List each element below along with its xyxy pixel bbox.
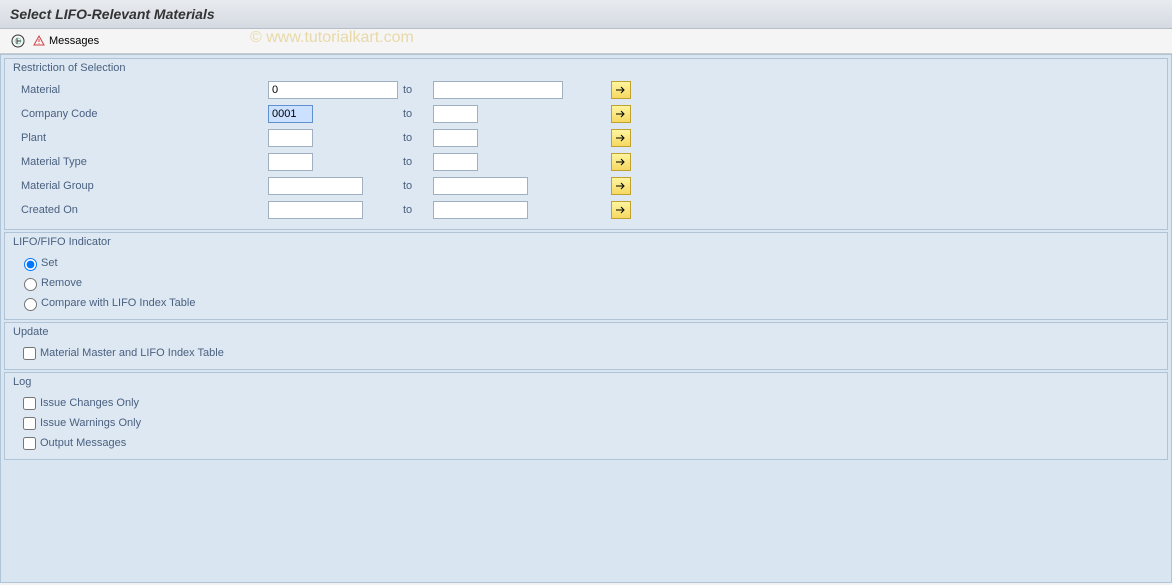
check-issue-warnings-label: Issue Warnings Only <box>40 417 141 429</box>
label-createdon: Created On <box>13 204 268 216</box>
to-label: to <box>403 108 433 120</box>
row-materialtype: Material Type to <box>13 151 1159 173</box>
materialtype-to-input[interactable] <box>433 153 478 171</box>
plant-from-input[interactable] <box>268 129 313 147</box>
group-restriction: Restriction of Selection Material to Com… <box>4 58 1168 230</box>
companycode-to-input[interactable] <box>433 105 478 123</box>
label-plant: Plant <box>13 132 268 144</box>
materialtype-from-input[interactable] <box>268 153 313 171</box>
createdon-to-input[interactable] <box>433 201 528 219</box>
to-label: to <box>403 180 433 192</box>
to-label: to <box>403 204 433 216</box>
radio-set[interactable] <box>24 258 37 271</box>
group-log: Log Issue Changes Only Issue Warnings On… <box>4 372 1168 460</box>
check-output-messages[interactable] <box>23 437 36 450</box>
check-material-master[interactable] <box>23 347 36 360</box>
materialgroup-multi-button[interactable] <box>611 177 631 195</box>
createdon-multi-button[interactable] <box>611 201 631 219</box>
radio-compare-row: Compare with LIFO Index Table <box>13 293 1159 313</box>
radio-remove[interactable] <box>24 278 37 291</box>
label-companycode: Company Code <box>13 108 268 120</box>
row-companycode: Company Code to <box>13 103 1159 125</box>
materialgroup-from-input[interactable] <box>268 177 363 195</box>
check-output-messages-label: Output Messages <box>40 437 126 449</box>
group-restriction-title: Restriction of Selection <box>5 59 1167 77</box>
radio-compare-label: Compare with LIFO Index Table <box>41 297 195 309</box>
watermark: © www.tutorialkart.com <box>250 29 414 47</box>
check-issue-changes-row: Issue Changes Only <box>13 393 1159 413</box>
plant-multi-button[interactable] <box>611 129 631 147</box>
radio-remove-row: Remove <box>13 273 1159 293</box>
warning-icon <box>32 34 46 48</box>
companycode-from-input[interactable] <box>268 105 313 123</box>
check-issue-changes[interactable] <box>23 397 36 410</box>
row-material: Material to <box>13 79 1159 101</box>
group-update: Update Material Master and LIFO Index Ta… <box>4 322 1168 370</box>
row-materialgroup: Material Group to <box>13 175 1159 197</box>
material-to-input[interactable] <box>433 81 563 99</box>
group-indicator-title: LIFO/FIFO Indicator <box>5 233 1167 251</box>
plant-to-input[interactable] <box>433 129 478 147</box>
execute-icon[interactable] <box>10 33 26 49</box>
messages-button[interactable]: Messages <box>32 34 99 48</box>
title-bar: Select LIFO-Relevant Materials <box>0 0 1172 29</box>
material-multi-button[interactable] <box>611 81 631 99</box>
check-material-master-label: Material Master and LIFO Index Table <box>40 347 224 359</box>
group-update-title: Update <box>5 323 1167 341</box>
check-issue-warnings[interactable] <box>23 417 36 430</box>
check-material-master-row: Material Master and LIFO Index Table <box>13 343 1159 363</box>
check-output-messages-row: Output Messages <box>13 433 1159 453</box>
createdon-from-input[interactable] <box>268 201 363 219</box>
to-label: to <box>403 132 433 144</box>
to-label: to <box>403 156 433 168</box>
to-label: to <box>403 84 433 96</box>
materialgroup-to-input[interactable] <box>433 177 528 195</box>
radio-remove-label: Remove <box>41 277 82 289</box>
messages-label: Messages <box>49 35 99 47</box>
label-materialtype: Material Type <box>13 156 268 168</box>
label-materialgroup: Material Group <box>13 180 268 192</box>
content-area: Restriction of Selection Material to Com… <box>0 54 1172 583</box>
group-indicator: LIFO/FIFO Indicator Set Remove Compare w… <box>4 232 1168 320</box>
row-plant: Plant to <box>13 127 1159 149</box>
material-from-input[interactable] <box>268 81 398 99</box>
radio-set-label: Set <box>41 257 58 269</box>
companycode-multi-button[interactable] <box>611 105 631 123</box>
materialtype-multi-button[interactable] <box>611 153 631 171</box>
row-createdon: Created On to <box>13 199 1159 221</box>
radio-set-row: Set <box>13 253 1159 273</box>
group-log-title: Log <box>5 373 1167 391</box>
toolbar: Messages © www.tutorialkart.com <box>0 29 1172 54</box>
page-title: Select LIFO-Relevant Materials <box>10 6 215 22</box>
check-issue-changes-label: Issue Changes Only <box>40 397 139 409</box>
label-material: Material <box>13 84 268 96</box>
check-issue-warnings-row: Issue Warnings Only <box>13 413 1159 433</box>
radio-compare[interactable] <box>24 298 37 311</box>
